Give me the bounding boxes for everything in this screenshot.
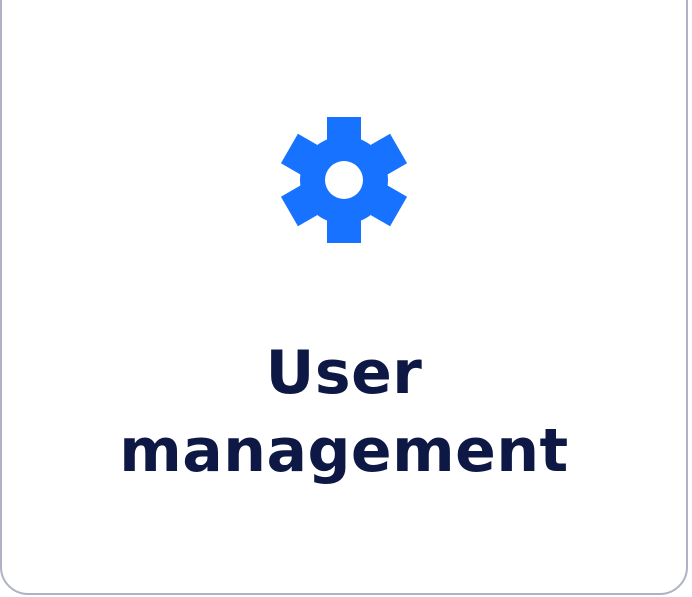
- card-title-line-1: User: [265, 338, 423, 408]
- card-title-line-2: management: [119, 416, 569, 486]
- user-management-card[interactable]: [0, 0, 688, 595]
- card-title: User management: [0, 334, 688, 490]
- gear-icon: [279, 115, 409, 245]
